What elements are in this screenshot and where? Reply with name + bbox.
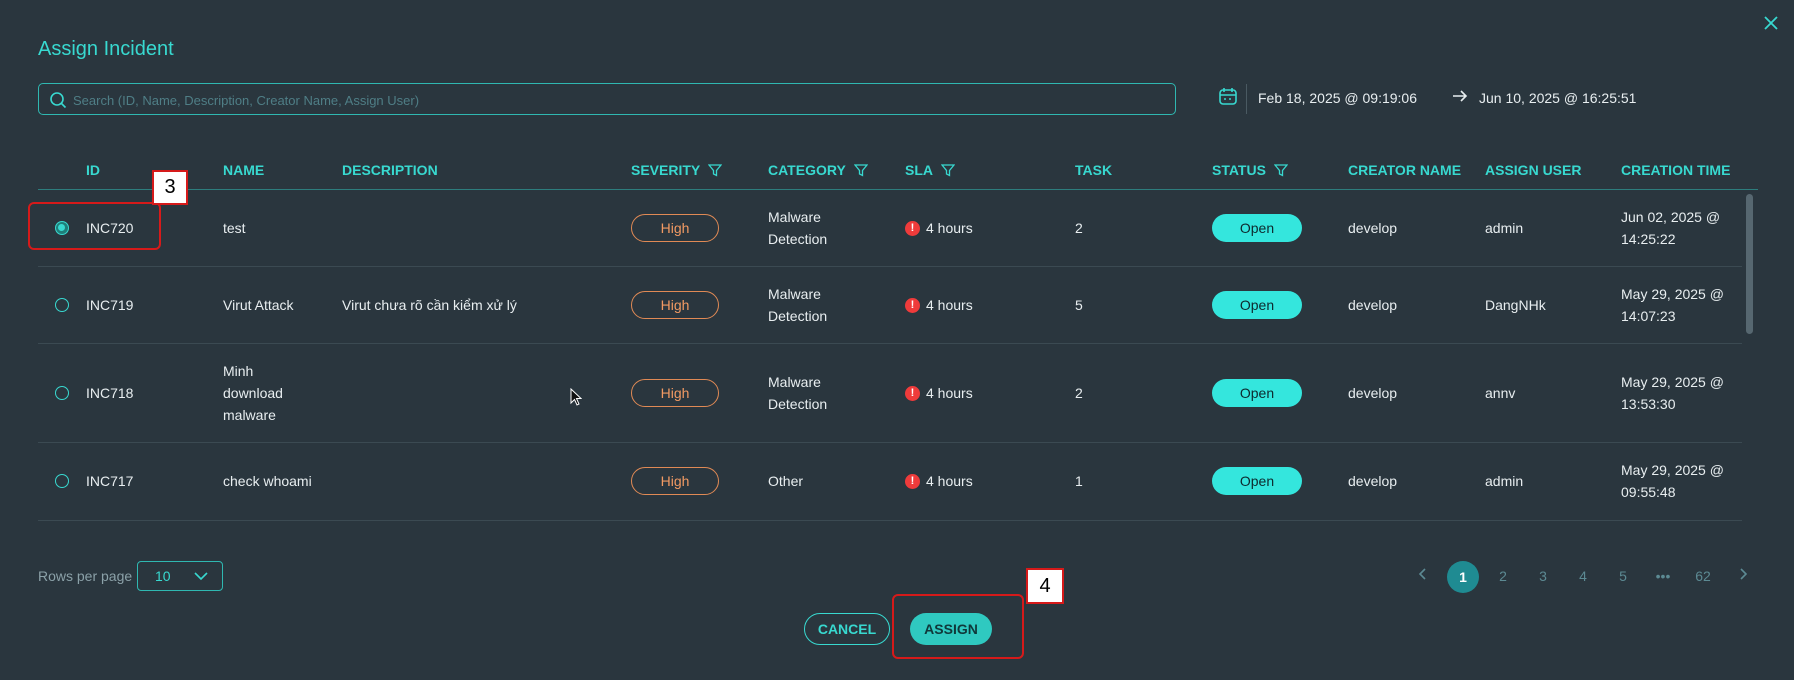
rows-per-page-select[interactable]: 10 <box>137 561 223 591</box>
col-header-description[interactable]: DESCRIPTION <box>342 162 438 178</box>
page-5[interactable]: 5 <box>1608 566 1638 586</box>
rows-per-page-label: Rows per page <box>38 568 133 584</box>
next-page-icon[interactable] <box>1728 566 1758 586</box>
status-badge: Open <box>1212 379 1302 407</box>
sla-value: ! 4 hours <box>905 382 973 404</box>
col-header-assign-user[interactable]: ASSIGN USER <box>1485 162 1581 178</box>
col-header-id[interactable]: ID <box>86 162 100 178</box>
search-icon <box>50 92 67 109</box>
creator-name: develop <box>1348 385 1398 401</box>
sla-value: ! 4 hours <box>905 217 973 239</box>
date-divider <box>1246 84 1247 114</box>
table-row[interactable]: INC719 Virut Attack Virut chưa rõ cần ki… <box>0 267 1740 343</box>
col-header-creator-name[interactable]: CREATOR NAME <box>1348 162 1461 178</box>
page-2[interactable]: 2 <box>1488 566 1518 586</box>
alert-icon: ! <box>905 297 920 313</box>
status-badge: Open <box>1212 291 1302 319</box>
table-row[interactable]: INC718 Minh download malware High Malware D… <box>0 344 1740 442</box>
status-badge: Open <box>1212 214 1302 242</box>
step-marker-4: 4 <box>1026 568 1064 604</box>
date-from[interactable]: Feb 18, 2025 @ 09:19:06 <box>1258 90 1417 106</box>
table-scrollbar[interactable] <box>1746 194 1753 334</box>
highlight-box-assign <box>892 594 1024 659</box>
filter-icon[interactable] <box>941 163 955 177</box>
page-ellipsis[interactable]: ••• <box>1648 566 1678 586</box>
incident-name: Virut Attack <box>223 297 294 313</box>
task-count: 2 <box>1075 220 1083 236</box>
severity-badge: High <box>631 467 719 495</box>
prev-page-icon[interactable] <box>1408 566 1438 586</box>
assign-user: admin <box>1485 473 1524 489</box>
incident-category: Other <box>768 473 804 489</box>
incident-name: Minh download malware <box>223 363 283 423</box>
creator-name: develop <box>1348 473 1398 489</box>
task-count: 2 <box>1075 385 1083 401</box>
alert-icon: ! <box>905 385 920 401</box>
date-to[interactable]: Jun 10, 2025 @ 16:25:51 <box>1479 90 1636 106</box>
mouse-cursor-icon <box>570 387 583 411</box>
table-row[interactable]: INC720 test High Malware Detection ! 4 hou… <box>0 190 1740 266</box>
status-badge: Open <box>1212 467 1302 495</box>
search-field[interactable] <box>38 83 1176 116</box>
calendar-icon[interactable] <box>1218 86 1238 111</box>
col-header-name[interactable]: NAME <box>223 162 264 178</box>
severity-badge: High <box>631 379 719 407</box>
incident-category: Malware Detection <box>768 286 828 324</box>
dialog-title: Assign Incident <box>38 38 174 60</box>
row-radio[interactable] <box>55 298 69 312</box>
cancel-button[interactable]: CANCEL <box>804 613 890 645</box>
incident-id: INC717 <box>86 473 134 489</box>
page-4[interactable]: 4 <box>1568 566 1598 586</box>
row-divider <box>38 520 1742 521</box>
incident-name: test <box>223 220 246 236</box>
highlight-box-row-select <box>28 202 161 250</box>
filter-icon[interactable] <box>853 163 868 177</box>
arrow-right-icon <box>1452 89 1468 108</box>
creation-time: Jun 02, 2025 @14:25:22 <box>1621 209 1721 247</box>
assign-user: admin <box>1485 220 1524 236</box>
step-marker-3: 3 <box>152 170 188 205</box>
severity-badge: High <box>631 214 719 242</box>
row-radio[interactable] <box>55 386 69 400</box>
incident-category: Malware Detection <box>768 209 828 247</box>
creator-name: develop <box>1348 220 1398 236</box>
sla-value: ! 4 hours <box>905 470 973 492</box>
col-header-status[interactable]: STATUS <box>1212 162 1288 178</box>
col-header-category[interactable]: CATEGORY <box>768 162 868 178</box>
severity-badge: High <box>631 291 719 319</box>
table-row[interactable]: INC717 check whoami High Other ! 4 hours … <box>0 443 1740 519</box>
incident-category: Malware Detection <box>768 374 828 412</box>
page-3[interactable]: 3 <box>1528 566 1558 586</box>
creation-time: May 29, 2025 @14:07:23 <box>1621 286 1724 324</box>
creation-time: May 29, 2025 @13:53:30 <box>1621 374 1724 412</box>
col-header-creation-time[interactable]: CREATION TIME <box>1621 162 1730 178</box>
creator-name: develop <box>1348 297 1398 313</box>
page-62[interactable]: 62 <box>1688 566 1718 586</box>
incident-description: Virut chưa rõ cần kiểm xử lý <box>342 297 517 313</box>
row-radio[interactable] <box>55 474 69 488</box>
assign-user: DangNHk <box>1485 297 1546 313</box>
chevron-down-icon <box>194 572 208 581</box>
incident-id: INC719 <box>86 297 134 313</box>
task-count: 5 <box>1075 297 1083 313</box>
filter-icon[interactable] <box>708 163 723 177</box>
col-header-task[interactable]: TASK <box>1075 162 1112 178</box>
close-icon[interactable] <box>1762 14 1782 34</box>
incident-name: check whoami <box>223 473 312 489</box>
col-header-sla[interactable]: SLA <box>905 162 955 178</box>
creation-time: May 29, 2025 @09:55:48 <box>1621 462 1724 500</box>
task-count: 1 <box>1075 473 1083 489</box>
page-1[interactable]: 1 <box>1447 561 1479 593</box>
filter-icon[interactable] <box>1273 163 1288 177</box>
alert-icon: ! <box>905 220 920 236</box>
col-header-severity[interactable]: SEVERITY <box>631 162 723 178</box>
sla-value: ! 4 hours <box>905 294 973 316</box>
assign-user: annv <box>1485 385 1516 401</box>
search-input[interactable] <box>71 84 1165 116</box>
alert-icon: ! <box>905 473 920 489</box>
incident-id: INC718 <box>86 385 134 401</box>
